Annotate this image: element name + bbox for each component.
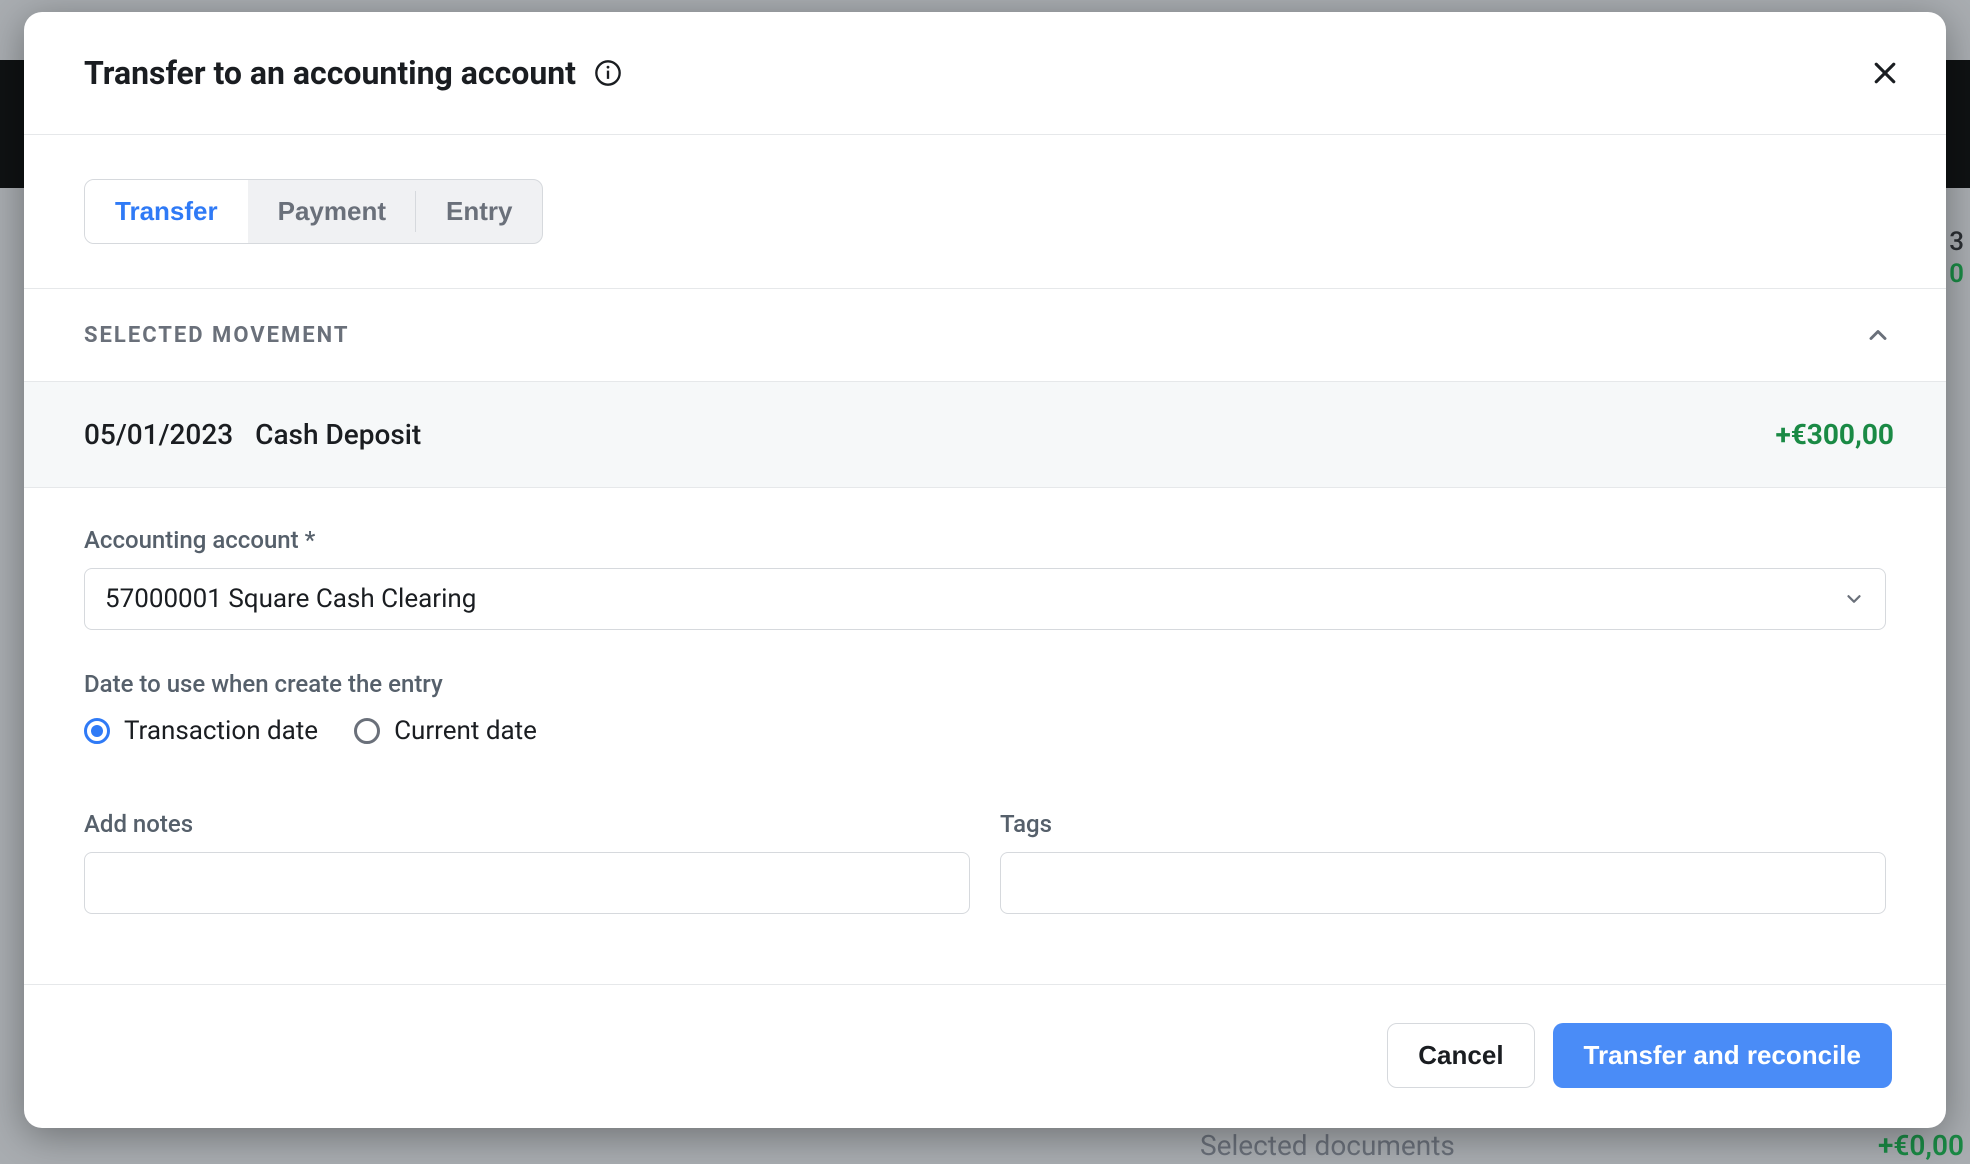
background-side-amount: 0 bbox=[1949, 259, 1964, 289]
tab-entry[interactable]: Entry bbox=[416, 180, 542, 243]
chevron-down-icon bbox=[1843, 588, 1865, 610]
tags-label: Tags bbox=[1000, 810, 1886, 838]
movement-row: 05/01/2023 Cash Deposit +€300,00 bbox=[24, 381, 1946, 488]
transfer-modal: Transfer to an accounting account Transf… bbox=[24, 12, 1946, 1128]
modal-title: Transfer to an accounting account bbox=[84, 54, 576, 92]
cancel-button[interactable]: Cancel bbox=[1387, 1023, 1534, 1088]
movement-amount: +€300,00 bbox=[1775, 418, 1894, 451]
accounting-account-select[interactable]: 57000001 Square Cash Clearing bbox=[84, 568, 1886, 630]
modal-header: Transfer to an accounting account bbox=[24, 12, 1946, 135]
radio-current-date-label: Current date bbox=[394, 716, 537, 746]
selected-movement-header[interactable]: SELECTED MOVEMENT bbox=[24, 289, 1946, 381]
close-icon[interactable] bbox=[1870, 58, 1900, 88]
notes-input[interactable] bbox=[84, 852, 970, 914]
tabs: Transfer Payment Entry bbox=[24, 135, 1946, 289]
accounting-account-label: Accounting account * bbox=[84, 526, 1886, 554]
radio-current-date[interactable]: Current date bbox=[354, 716, 537, 746]
chevron-up-icon bbox=[1864, 321, 1892, 349]
transfer-reconcile-button[interactable]: Transfer and reconcile bbox=[1553, 1023, 1892, 1088]
tab-transfer[interactable]: Transfer bbox=[85, 180, 248, 243]
tags-input[interactable] bbox=[1000, 852, 1886, 914]
notes-label: Add notes bbox=[84, 810, 970, 838]
segmented-control: Transfer Payment Entry bbox=[84, 179, 543, 244]
date-choice-radios: Transaction date Current date bbox=[84, 716, 1886, 746]
movement-description: Cash Deposit bbox=[255, 418, 421, 451]
selected-movement-label: SELECTED MOVEMENT bbox=[84, 323, 349, 348]
date-choice-label: Date to use when create the entry bbox=[84, 670, 1886, 698]
background-selected-documents-label: Selected documents bbox=[1200, 1129, 1455, 1162]
radio-transaction-date[interactable]: Transaction date bbox=[84, 716, 318, 746]
accounting-account-value: 57000001 Square Cash Clearing bbox=[105, 584, 476, 614]
info-icon[interactable] bbox=[594, 59, 622, 87]
background-selected-documents-amount: +€0,00 bbox=[1878, 1129, 1964, 1162]
tab-payment[interactable]: Payment bbox=[248, 180, 416, 243]
form-body: Accounting account * 57000001 Square Cas… bbox=[24, 488, 1946, 984]
modal-footer: Cancel Transfer and reconcile bbox=[24, 984, 1946, 1128]
radio-transaction-date-label: Transaction date bbox=[124, 716, 318, 746]
movement-date: 05/01/2023 bbox=[84, 418, 233, 451]
background-side-number: 3 bbox=[1949, 227, 1964, 257]
